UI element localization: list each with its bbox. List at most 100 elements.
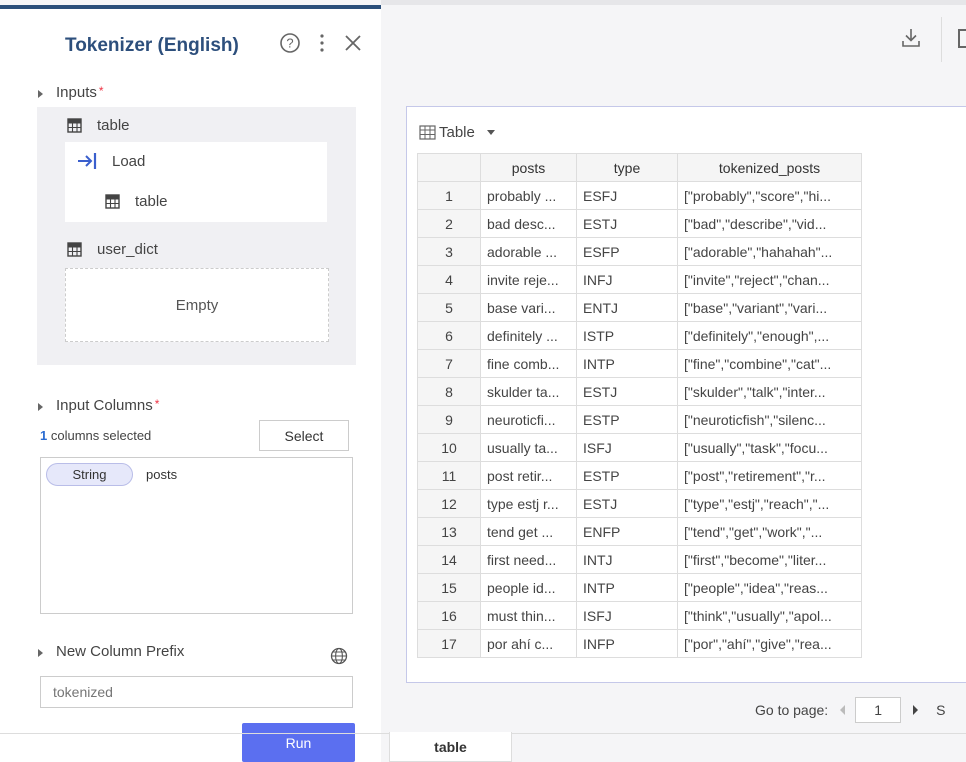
user-dict-dropzone[interactable]: Empty [65, 268, 329, 342]
posts-cell[interactable]: fine comb... [480, 349, 577, 378]
table-row[interactable]: 5 base vari... ENTJ ["base","variant","vari… [417, 293, 862, 322]
tokenized-posts-cell[interactable]: ["definitely","enough",... [677, 321, 862, 350]
load-label[interactable]: Load [112, 153, 145, 170]
arrow-right-into-icon[interactable] [76, 151, 98, 171]
previous-page-icon[interactable] [840, 705, 846, 715]
globe-icon[interactable] [330, 647, 348, 665]
panel-title: Tokenizer (English) [65, 35, 239, 56]
row-number-cell: 13 [417, 517, 481, 546]
posts-cell[interactable]: por ahí c... [480, 629, 577, 658]
table-row[interactable]: 13 tend get ... ENFP ["tend","get","work","… [417, 517, 862, 546]
type-cell[interactable]: INFP [576, 629, 678, 658]
table-row[interactable]: 12 type estj r... ESTJ ["type","estj","reac… [417, 489, 862, 518]
tokenized-posts-cell[interactable]: ["type","estj","reach","... [677, 489, 862, 518]
download-icon[interactable] [901, 27, 921, 49]
tokenized-posts-cell[interactable]: ["first","become","liter... [677, 545, 862, 574]
table-row[interactable]: 4 invite reje... INFJ ["invite","reject","c… [417, 265, 862, 294]
data-grid[interactable]: posts type tokenized_posts 1 probably ...… [417, 153, 966, 673]
document-icon[interactable] [958, 29, 966, 48]
tokenized-posts-cell[interactable]: ["invite","reject","chan... [677, 265, 862, 294]
new-column-prefix-label[interactable]: New Column Prefix [56, 643, 184, 660]
tokenized-posts-cell[interactable]: ["tend","get","work","... [677, 517, 862, 546]
type-cell[interactable]: ENTJ [576, 293, 678, 322]
column-header-tokenized-posts[interactable]: tokenized_posts [677, 153, 862, 182]
posts-cell[interactable]: probably ... [480, 181, 577, 210]
posts-cell[interactable]: tend get ... [480, 517, 577, 546]
toolbar-divider [941, 17, 942, 62]
column-header-type[interactable]: type [576, 153, 678, 182]
table-row[interactable]: 7 fine comb... INTP ["fine","combine","cat"… [417, 349, 862, 378]
posts-cell[interactable]: post retir... [480, 461, 577, 490]
type-cell[interactable]: ISTP [576, 321, 678, 350]
type-cell[interactable]: ESFP [576, 237, 678, 266]
inputs-caret-icon[interactable] [38, 90, 43, 98]
svg-text:?: ? [286, 36, 293, 51]
table-row[interactable]: 3 adorable ... ESFP ["adorable","hahahah"..… [417, 237, 862, 266]
table-row[interactable]: 16 must thin... ISFJ ["think","usually","ap… [417, 601, 862, 630]
tokenized-posts-cell[interactable]: ["usually","task","focu... [677, 433, 862, 462]
tokenized-posts-cell[interactable]: ["fine","combine","cat"... [677, 349, 862, 378]
posts-cell[interactable]: neuroticfi... [480, 405, 577, 434]
more-vertical-icon[interactable] [318, 33, 326, 53]
type-cell[interactable]: INTP [576, 573, 678, 602]
posts-cell[interactable]: base vari... [480, 293, 577, 322]
posts-cell[interactable]: usually ta... [480, 433, 577, 462]
type-cell[interactable]: INTJ [576, 545, 678, 574]
new-column-prefix-caret-icon[interactable] [38, 649, 43, 657]
new-column-prefix-input[interactable] [40, 676, 353, 708]
next-page-icon[interactable] [913, 705, 919, 715]
table-row[interactable]: 15 people id... INTP ["people","idea","reas… [417, 573, 862, 602]
input-columns-section-label[interactable]: Input Columns * [56, 397, 159, 414]
posts-cell[interactable]: type estj r... [480, 489, 577, 518]
tokenized-posts-cell[interactable]: ["probably","score","hi... [677, 181, 862, 210]
inputs-section-label[interactable]: Inputs * [56, 84, 104, 101]
table-row[interactable]: 17 por ahí c... INFP ["por","ahí","give","r… [417, 629, 862, 658]
tokenized-posts-cell[interactable]: ["base","variant","vari... [677, 293, 862, 322]
table-row[interactable]: 2 bad desc... ESTJ ["bad","describe","vid..… [417, 209, 862, 238]
tokenized-posts-cell[interactable]: ["por","ahí","give","rea... [677, 629, 862, 658]
table-row[interactable]: 14 first need... INTJ ["first","become","li… [417, 545, 862, 574]
type-cell[interactable]: ISFJ [576, 601, 678, 630]
tokenized-posts-cell[interactable]: ["people","idea","reas... [677, 573, 862, 602]
posts-cell[interactable]: invite reje... [480, 265, 577, 294]
type-cell[interactable]: ISFJ [576, 433, 678, 462]
page-number-input[interactable]: 1 [855, 697, 902, 723]
type-cell[interactable]: INTP [576, 349, 678, 378]
table-row[interactable]: 10 usually ta... ISFJ ["usually","task","fo… [417, 433, 862, 462]
tokenized-posts-cell[interactable]: ["bad","describe","vid... [677, 209, 862, 238]
help-circle-icon[interactable]: ? [279, 32, 301, 54]
tokenized-posts-cell[interactable]: ["post","retirement","r... [677, 461, 862, 490]
type-cell[interactable]: ESTP [576, 405, 678, 434]
type-cell[interactable]: INFJ [576, 265, 678, 294]
tokenized-posts-cell[interactable]: ["think","usually","apol... [677, 601, 862, 630]
select-columns-button[interactable]: Select [259, 420, 349, 451]
table-view-selector[interactable]: Table [419, 124, 495, 141]
tab-table[interactable]: table [389, 732, 512, 762]
posts-cell[interactable]: people id... [480, 573, 577, 602]
posts-cell[interactable]: adorable ... [480, 237, 577, 266]
tokenized-posts-cell[interactable]: ["skulder","talk","inter... [677, 377, 862, 406]
type-cell[interactable]: ESTJ [576, 209, 678, 238]
type-cell[interactable]: ESFJ [576, 181, 678, 210]
table-row[interactable]: 6 definitely ... ISTP ["definitely","enough… [417, 321, 862, 350]
type-cell[interactable]: ENFP [576, 517, 678, 546]
table-row[interactable]: 8 skulder ta... ESTJ ["skulder","talk","int… [417, 377, 862, 406]
posts-cell[interactable]: bad desc... [480, 209, 577, 238]
input-columns-caret-icon[interactable] [38, 403, 43, 411]
posts-cell[interactable]: definitely ... [480, 321, 577, 350]
type-cell[interactable]: ESTJ [576, 377, 678, 406]
type-cell[interactable]: ESTJ [576, 489, 678, 518]
tokenized-posts-cell[interactable]: ["neuroticfish","silenc... [677, 405, 862, 434]
run-button[interactable]: Run [242, 723, 355, 762]
posts-cell[interactable]: first need... [480, 545, 577, 574]
table-row[interactable]: 11 post retir... ESTP ["post","retirement",… [417, 461, 862, 490]
tokenized-posts-cell[interactable]: ["adorable","hahahah"... [677, 237, 862, 266]
row-number-cell: 17 [417, 629, 481, 658]
close-icon[interactable] [343, 33, 363, 53]
column-header-posts[interactable]: posts [480, 153, 577, 182]
table-row[interactable]: 9 neuroticfi... ESTP ["neuroticfish","silen… [417, 405, 862, 434]
type-cell[interactable]: ESTP [576, 461, 678, 490]
table-row[interactable]: 1 probably ... ESFJ ["probably","score","hi… [417, 181, 862, 210]
posts-cell[interactable]: must thin... [480, 601, 577, 630]
posts-cell[interactable]: skulder ta... [480, 377, 577, 406]
